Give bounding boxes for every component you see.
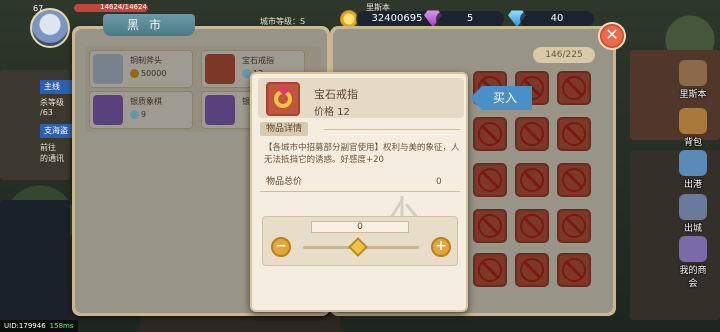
backpack-label: 背包 — [683, 138, 702, 148]
item-price: 50000 — [130, 69, 166, 78]
status-bar: UID:179946 158ms — [0, 320, 78, 332]
inventory-slot[interactable] — [473, 253, 507, 287]
popup-header: 宝石戒指 价格 12 — [258, 78, 464, 118]
quantity-input[interactable]: 0 — [311, 221, 409, 233]
inventory-slot[interactable] — [557, 71, 591, 105]
sidebar-text: /63 — [40, 108, 53, 117]
ring-icon — [205, 54, 235, 84]
diamond-icon — [130, 110, 139, 119]
unavailable-icon — [478, 168, 502, 192]
unavailable-icon — [562, 168, 586, 192]
close-button[interactable]: ✕ — [598, 22, 626, 50]
inventory-slot[interactable] — [557, 117, 591, 151]
inventory-slot[interactable] — [515, 209, 549, 243]
item-detail-popup: 宝石戒指 价格 12 物品详情 【各城市中招募部分副官使用】权利与美的象征，人无… — [250, 72, 468, 312]
unavailable-icon — [478, 122, 502, 146]
item-price: 9 — [130, 110, 146, 119]
item-price: 价格 12 — [314, 107, 350, 118]
diamond-counter[interactable]: 40 — [520, 11, 594, 27]
item-name: 银质象棋 — [130, 97, 162, 106]
inventory-slot[interactable] — [515, 117, 549, 151]
inventory-slot[interactable] — [515, 163, 549, 197]
backpack-icon — [679, 108, 707, 134]
city-button[interactable]: 里斯本 — [676, 60, 710, 100]
quantity-selector: 0 − + — [262, 216, 458, 266]
inventory-count: 146/225 — [533, 47, 595, 63]
item-name: 铜制斧头 — [130, 56, 162, 65]
backpack-button[interactable]: 背包 — [676, 108, 710, 148]
inventory-slot[interactable] — [473, 117, 507, 151]
buy-button[interactable]: 买入 — [470, 86, 532, 110]
city-label: 里斯本 — [679, 90, 707, 100]
coin-icon — [130, 69, 139, 78]
hp-text: 14624/14624 — [100, 3, 147, 11]
item-description: 【各城市中招募部分副官使用】权利与美的象征，人无法抵挡它的诱惑。好感度+20 — [264, 143, 460, 165]
inventory-slot[interactable] — [557, 163, 591, 197]
sidebar-text: 杀等级 — [40, 98, 64, 107]
item-name: 宝石戒指 — [314, 88, 358, 101]
ping: 158ms — [49, 322, 74, 330]
unavailable-icon — [478, 214, 502, 238]
ship-icon — [679, 150, 707, 176]
unavailable-icon — [562, 122, 586, 146]
market-title: 黑市 — [103, 14, 195, 36]
city-icon — [679, 60, 707, 86]
set-sail-label: 出港 — [683, 180, 702, 190]
unavailable-icon — [520, 168, 544, 192]
item-name: 银 — [242, 97, 250, 106]
user-id: UID:179946 — [4, 322, 46, 330]
increase-button[interactable]: + — [431, 237, 451, 257]
player-avatar[interactable] — [30, 8, 70, 48]
axe-icon — [93, 54, 123, 84]
inventory-slot[interactable] — [473, 163, 507, 197]
item-name: 宝石戒指 — [242, 56, 274, 65]
sidebar-text: 前往 — [40, 143, 56, 152]
market-item[interactable]: 银质象棋 9 — [89, 91, 193, 129]
quantity-slider-handle[interactable] — [348, 237, 368, 257]
unavailable-icon — [562, 258, 586, 282]
sidebar-text: 的通讯 — [40, 154, 64, 163]
my-guild-button[interactable]: 我的商会 — [676, 236, 710, 289]
chess-icon — [93, 95, 123, 125]
unavailable-icon — [520, 122, 544, 146]
details-label: 物品详情 — [260, 122, 309, 136]
market-item[interactable]: 铜制斧头 50000 — [89, 50, 193, 88]
item-slot — [266, 82, 300, 116]
unavailable-icon — [562, 214, 586, 238]
player-level: 67 — [33, 4, 44, 13]
unavailable-icon — [562, 76, 586, 100]
inventory-slot[interactable] — [515, 253, 549, 287]
decrease-button[interactable]: − — [271, 237, 291, 257]
silver-item-icon — [205, 95, 235, 125]
inventory-slot[interactable] — [557, 209, 591, 243]
set-sail-button[interactable]: 出港 — [676, 150, 710, 190]
inventory-slot[interactable] — [557, 253, 591, 287]
unavailable-icon — [520, 258, 544, 282]
unavailable-icon — [478, 258, 502, 282]
leave-city-button[interactable]: 出城 — [676, 194, 710, 234]
gem-counter[interactable]: 5 — [436, 11, 504, 27]
divider — [324, 129, 460, 130]
inventory-slot[interactable] — [473, 209, 507, 243]
ring-icon — [274, 90, 292, 108]
unavailable-icon — [520, 214, 544, 238]
guild-icon — [679, 236, 707, 262]
my-guild-label: 我的商会 — [679, 266, 707, 289]
total-label: 物品总价 — [266, 177, 303, 187]
leave-city-label: 出城 — [683, 224, 702, 234]
gate-icon — [679, 194, 707, 220]
